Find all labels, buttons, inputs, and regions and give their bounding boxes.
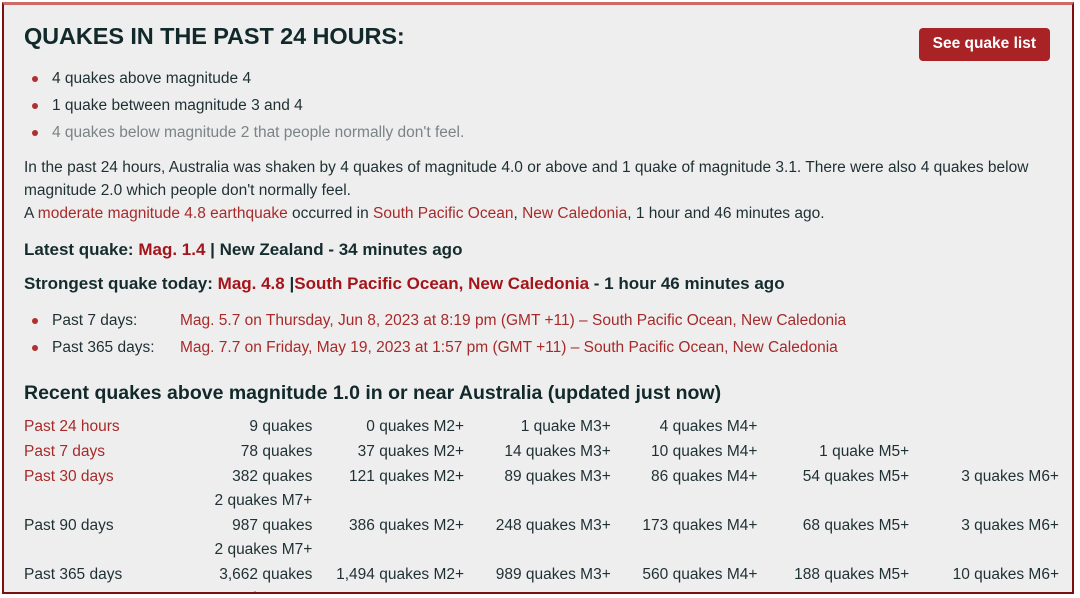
period-label: Past 7 days: [52, 312, 138, 329]
cell-total: 78 quakes [240, 443, 313, 460]
latest-quake-time: - 34 minutes ago [328, 240, 463, 259]
cell-m4: 4 quakes M4+ [659, 418, 758, 435]
cell-m4: 173 quakes M4+ [642, 517, 758, 534]
summary-bullet-list: 4 quakes above magnitude 4 1 quake betwe… [24, 65, 1050, 146]
cell-m5: 1 quake M5+ [819, 443, 910, 460]
list-item: Past 365 days: Mag. 7.7 on Friday, May 19… [24, 334, 1050, 361]
table-row: Past 30 days 382 quakes 121 quakes M2+ 8… [24, 464, 1059, 489]
table-row: Past 90 days 987 quakes 386 quakes M2+ 2… [24, 513, 1059, 538]
table-row: Past 365 days 3,662 quakes 1,494 quakes … [24, 562, 1059, 587]
page-title: QUAKES IN THE PAST 24 HOURS: [24, 23, 405, 49]
cell-m3: 1 quake M3+ [520, 418, 611, 435]
list-item: 1 quake between magnitude 3 and 4 [24, 92, 1050, 119]
cell-m7: 5 quakes M7+ [176, 587, 313, 592]
cell-m2: 121 quakes M2+ [349, 468, 465, 485]
row-label-text[interactable]: Past 24 hours [24, 418, 120, 435]
cell-m6: 3 quakes M6+ [961, 468, 1059, 485]
cell-m5 [757, 414, 909, 439]
row-label-text[interactable]: Past 30 days [24, 468, 114, 485]
paragraph-separator: , [513, 205, 523, 222]
period-label: Past 365 days: [52, 339, 155, 356]
paragraph-suffix: , 1 hour and 46 minutes ago. [627, 205, 825, 222]
quake-stats-table: Past 24 hours 9 quakes 0 quakes M2+ 1 qu… [24, 414, 1059, 592]
row-label[interactable]: Past 7 days [24, 439, 176, 464]
cell-m6 [909, 439, 1059, 464]
paragraph-mid: occurred in [287, 205, 373, 222]
table-row-extra: 2 quakes M7+ [24, 538, 1059, 562]
cell-m2: 1,494 quakes M2+ [336, 566, 465, 583]
row-label[interactable]: Past 30 days [24, 464, 176, 489]
cell-m2: 37 quakes M2+ [357, 443, 465, 460]
strongest-quake-place1[interactable]: South Pacific Ocean [294, 274, 458, 293]
summary-paragraph: In the past 24 hours, Australia was shak… [24, 156, 1034, 225]
cell-m5: 54 quakes M5+ [802, 468, 910, 485]
table-row: Past 24 hours 9 quakes 0 quakes M2+ 1 qu… [24, 414, 1059, 439]
list-item: Past 7 days: Mag. 5.7 on Thursday, Jun 8,… [24, 307, 1050, 334]
summary-bullet-text: 4 quakes above magnitude 4 [52, 70, 252, 87]
summary-bullet-text: 4 quakes below magnitude 2 that people n… [52, 124, 465, 141]
paragraph-prefix: A [24, 205, 38, 222]
row-label-empty [24, 587, 176, 592]
region-link-south-pacific-ocean[interactable]: South Pacific Ocean [373, 205, 513, 222]
table-row-extra: 5 quakes M7+ [24, 587, 1059, 592]
row-label: Past 365 days [24, 562, 176, 587]
list-item: 4 quakes above magnitude 4 [24, 65, 1050, 92]
cell-m2: 386 quakes M2+ [349, 517, 465, 534]
period-record-value[interactable]: Mag. 5.7 on Thursday, Jun 8, 2023 at 8:1… [180, 312, 846, 329]
recent-quakes-heading: Recent quakes above magnitude 1.0 in or … [24, 382, 722, 404]
row-label: Past 90 days [24, 513, 176, 538]
see-quake-list-button[interactable]: See quake list [918, 28, 1050, 61]
cell-m7: 2 quakes M7+ [214, 541, 313, 558]
cell-m5: 68 quakes M5+ [802, 517, 910, 534]
cell-m4: 86 quakes M4+ [651, 468, 758, 485]
row-label-empty [24, 538, 176, 562]
row-label-text[interactable]: Past 7 days [24, 443, 105, 460]
quake-summary-panel: QUAKES IN THE PAST 24 HOURS: See quake l… [2, 2, 1074, 594]
cell-total: 987 quakes [232, 517, 313, 534]
strongest-quake-magnitude[interactable]: Mag. 4.8 [218, 274, 285, 293]
row-label[interactable]: Past 24 hours [24, 414, 176, 439]
moderate-quake-link[interactable]: moderate magnitude 4.8 earthquake [38, 205, 288, 222]
list-item: 4 quakes below magnitude 2 that people n… [24, 119, 1050, 146]
region-link-new-caledonia[interactable]: New Caledonia [522, 205, 627, 222]
table-row: Past 7 days 78 quakes 37 quakes M2+ 14 q… [24, 439, 1059, 464]
cell-m7: 2 quakes M7+ [214, 492, 313, 509]
latest-quake-place: New Zealand [219, 240, 324, 259]
latest-quake-label: Latest quake: [24, 240, 134, 259]
strongest-quake-label: Strongest quake today: [24, 274, 213, 293]
latest-quake-line: Latest quake: Mag. 1.4 | New Zealand - 3… [24, 237, 1050, 262]
cell-total: 9 quakes [249, 418, 313, 435]
strongest-quake-line: Strongest quake today: Mag. 4.8 |South P… [24, 271, 1050, 296]
period-record-value[interactable]: Mag. 7.7 on Friday, May 19, 2023 at 1:57… [180, 339, 838, 356]
cell-m3: 248 quakes M3+ [495, 517, 611, 534]
strongest-quake-comma: , [458, 274, 464, 293]
strongest-quake-place2[interactable]: New Caledonia [468, 274, 589, 293]
row-label-text: Past 90 days [24, 517, 114, 534]
cell-m6: 10 quakes M6+ [952, 566, 1059, 583]
cell-m3: 989 quakes M3+ [495, 566, 611, 583]
latest-quake-divider: | [210, 240, 215, 259]
cell-m6: 3 quakes M6+ [961, 517, 1059, 534]
panel-inner: QUAKES IN THE PAST 24 HOURS: See quake l… [4, 5, 1072, 592]
cell-m6 [909, 414, 1059, 439]
paragraph-line-1: In the past 24 hours, Australia was shak… [24, 159, 1029, 199]
period-record-list: Past 7 days: Mag. 5.7 on Thursday, Jun 8,… [24, 307, 1050, 361]
paragraph-line-2: A moderate magnitude 4.8 earthquake occu… [24, 202, 1034, 225]
cell-m4: 10 quakes M4+ [651, 443, 758, 460]
cell-total: 382 quakes [232, 468, 313, 485]
row-label-empty [24, 489, 176, 513]
header-row: QUAKES IN THE PAST 24 HOURS: See quake l… [24, 21, 1050, 61]
cell-m3: 14 quakes M3+ [504, 443, 611, 460]
summary-bullet-text: 1 quake between magnitude 3 and 4 [52, 97, 303, 114]
cell-total: 3,662 quakes [219, 566, 313, 583]
strongest-quake-time: - 1 hour 46 minutes ago [593, 274, 785, 293]
cell-m2: 0 quakes M2+ [366, 418, 465, 435]
cell-m4: 560 quakes M4+ [642, 566, 758, 583]
table-row-extra: 2 quakes M7+ [24, 489, 1059, 513]
latest-quake-magnitude[interactable]: Mag. 1.4 [138, 240, 205, 259]
row-label-text: Past 365 days [24, 566, 123, 583]
cell-m3: 89 quakes M3+ [504, 468, 611, 485]
cell-m5: 188 quakes M5+ [794, 566, 910, 583]
